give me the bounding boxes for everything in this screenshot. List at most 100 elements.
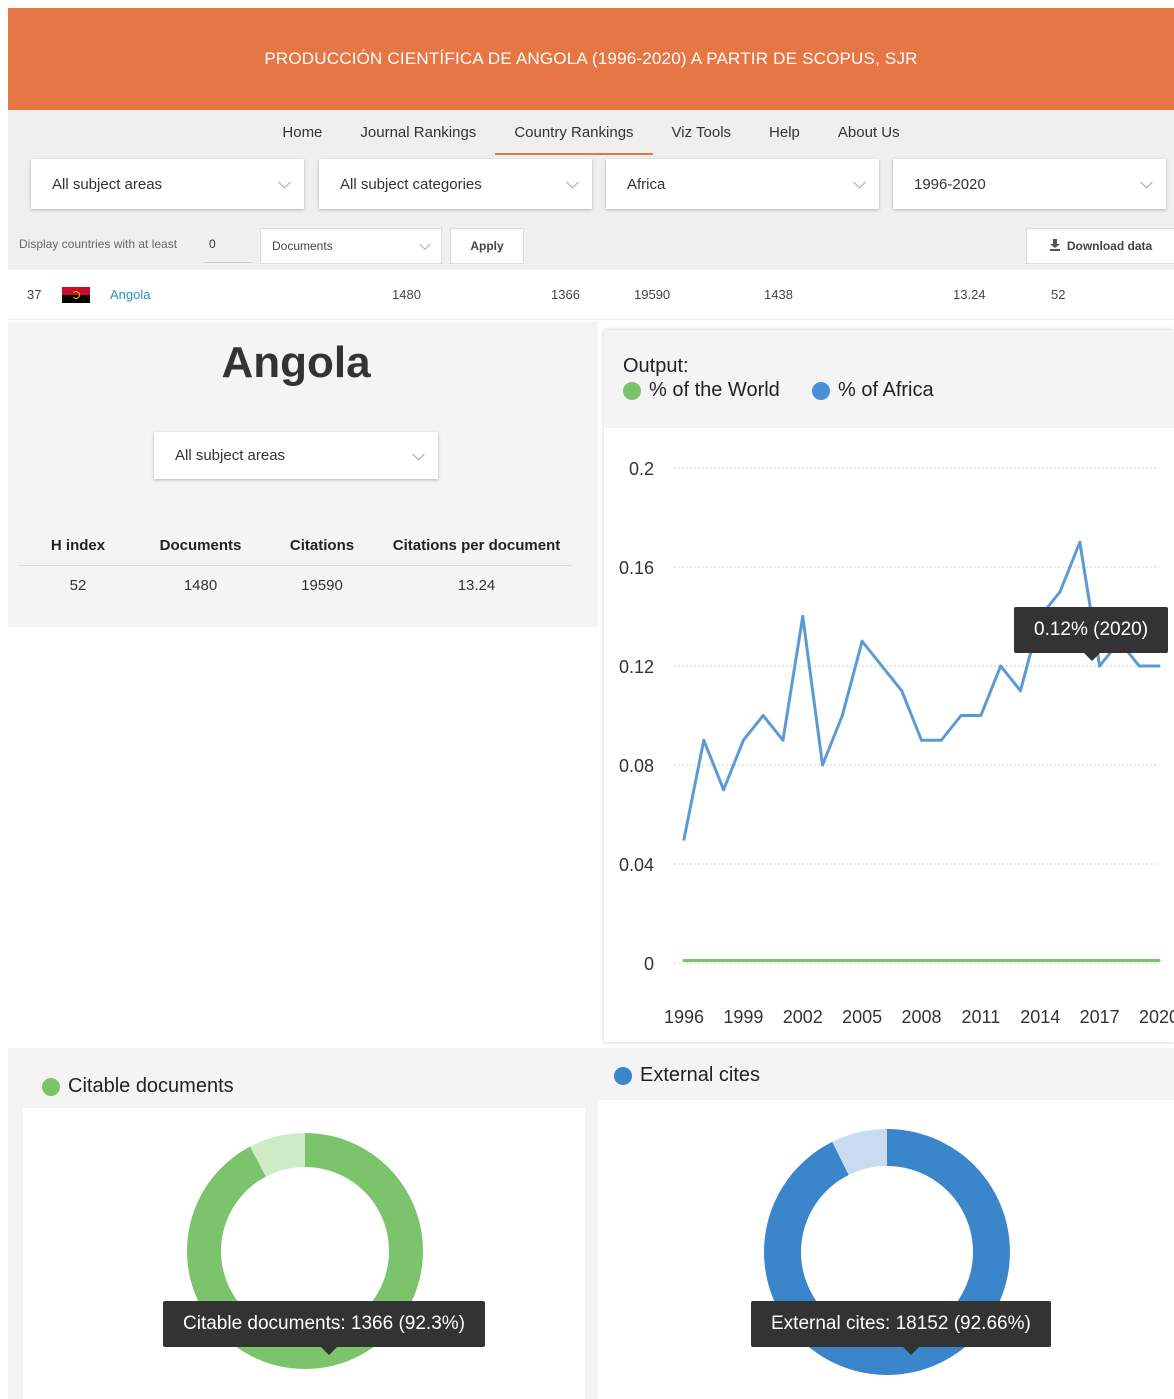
- citable-documents-legend[interactable]: Citable documents: [42, 1075, 234, 1098]
- data-point[interactable]: [880, 664, 884, 668]
- data-point[interactable]: [1117, 959, 1121, 963]
- stats-value-citations-per-document: 13.24: [457, 577, 496, 594]
- data-point[interactable]: [1098, 664, 1102, 668]
- nav-country-rankings[interactable]: Country Rankings: [495, 110, 653, 155]
- metric-select[interactable]: Documents: [260, 228, 442, 264]
- data-point[interactable]: [781, 959, 785, 963]
- rank-cell: 37: [27, 287, 42, 302]
- data-point[interactable]: [1018, 689, 1022, 693]
- data-point[interactable]: [821, 959, 825, 963]
- data-point[interactable]: [999, 959, 1003, 963]
- data-point[interactable]: [999, 664, 1003, 668]
- data-point[interactable]: [1157, 664, 1161, 668]
- series-line-of-africa[interactable]: [682, 540, 1159, 840]
- legend-item-world[interactable]: % of the World: [623, 379, 780, 402]
- data-point[interactable]: [920, 959, 923, 963]
- data-point[interactable]: [702, 738, 706, 742]
- data-point[interactable]: [801, 615, 805, 618]
- data-point[interactable]: [939, 738, 943, 742]
- chevron-down-icon: [278, 175, 291, 189]
- data-point[interactable]: [1018, 959, 1022, 963]
- subject-category-select[interactable]: All subject categories: [319, 159, 592, 209]
- legend-item-africa[interactable]: % of Africa: [812, 379, 934, 402]
- external-cites-title: External cites: [640, 1064, 761, 1086]
- data-point[interactable]: [682, 837, 686, 841]
- data-point[interactable]: [939, 959, 943, 963]
- data-point[interactable]: [702, 959, 706, 963]
- data-point[interactable]: [741, 959, 745, 963]
- data-point[interactable]: [979, 959, 983, 963]
- data-point[interactable]: [741, 738, 745, 742]
- y-tick-label: 0.08: [619, 756, 654, 776]
- data-point[interactable]: [1098, 959, 1102, 963]
- chevron-down-icon: [566, 175, 579, 189]
- blue-dot-icon: [812, 381, 830, 400]
- data-point[interactable]: [761, 714, 765, 717]
- data-point[interactable]: [860, 959, 864, 963]
- y-tick-label: 0.16: [619, 558, 654, 578]
- nav-viz-tools[interactable]: Viz Tools: [653, 110, 750, 155]
- data-point[interactable]: [781, 738, 785, 742]
- data-point[interactable]: [1038, 959, 1042, 963]
- output-tooltip-text: 0.12% (2020): [1034, 619, 1149, 640]
- download-data-button[interactable]: Download data: [1026, 228, 1174, 264]
- apply-button[interactable]: Apply: [450, 228, 524, 264]
- data-point[interactable]: [1058, 959, 1062, 963]
- nav-home[interactable]: Home: [263, 110, 341, 155]
- nav-help[interactable]: Help: [750, 110, 819, 155]
- data-point[interactable]: [1078, 540, 1082, 544]
- min-value-input[interactable]: 0: [204, 233, 252, 263]
- stats-header-h-index: H index: [50, 537, 106, 554]
- nav-journal-rankings[interactable]: Journal Rankings: [341, 110, 495, 155]
- stats-value-citations: 19590: [301, 577, 343, 594]
- citable-documents-header: Citable documents: [23, 1061, 585, 1108]
- data-point[interactable]: [880, 959, 884, 963]
- data-point[interactable]: [1078, 959, 1082, 963]
- citable-documents-donut[interactable]: [23, 1108, 585, 1399]
- external-cites-panel: External cites External cites: 18152 (92…: [598, 1048, 1174, 1399]
- citable-documents-tooltip: Citable documents: 1366 (92.3%): [163, 1301, 485, 1355]
- data-point[interactable]: [840, 714, 844, 717]
- nav-about-us[interactable]: About Us: [819, 110, 919, 155]
- data-point[interactable]: [722, 959, 726, 963]
- x-tick-label: 1999: [723, 1007, 763, 1027]
- x-tick-label: 2008: [901, 1007, 941, 1027]
- data-point[interactable]: [900, 959, 904, 963]
- data-point[interactable]: [682, 959, 686, 963]
- data-point[interactable]: [840, 959, 844, 963]
- data-point[interactable]: [920, 738, 923, 742]
- years-select[interactable]: 1996-2020: [893, 159, 1166, 209]
- data-point[interactable]: [761, 959, 765, 963]
- data-point[interactable]: [1137, 664, 1141, 668]
- external-cites-header: External cites: [598, 1048, 1174, 1100]
- country-subject-select[interactable]: All subject areas: [154, 432, 438, 479]
- external-cites-donut[interactable]: [598, 1100, 1174, 1399]
- metric-value: Documents: [272, 239, 333, 253]
- data-point[interactable]: [821, 763, 825, 767]
- stats-header-documents: Documents: [159, 537, 242, 554]
- y-tick-label: 0.2: [629, 459, 654, 479]
- external-cites-tooltip-text: External cites: 18152 (92.66%): [771, 1313, 1031, 1334]
- data-point[interactable]: [860, 639, 864, 643]
- data-point[interactable]: [1137, 959, 1141, 963]
- citable-documents-card: Citable documents Citable documents: 136…: [23, 1061, 585, 1399]
- output-chart-header: Output: % of the World % of Africa: [604, 330, 1174, 428]
- output-line-chart[interactable]: 0 0.04 0.08 0.12 0.16 0.2 1996 1999 2002 2005 2008…: [604, 428, 1174, 1042]
- data-point[interactable]: [1157, 959, 1161, 963]
- region-select[interactable]: Africa: [606, 159, 879, 209]
- banner-title: PRODUCCIÓN CIENTÍFICA DE ANGOLA (1996-20…: [264, 49, 918, 68]
- chevron-down-icon: [1140, 175, 1153, 189]
- data-point[interactable]: [900, 689, 904, 693]
- options-bar: Display countries with at least 0 Docume…: [8, 215, 1174, 270]
- data-point[interactable]: [959, 959, 963, 963]
- data-point[interactable]: [979, 714, 983, 717]
- citable-documents-cell: 1366: [551, 287, 580, 302]
- data-point[interactable]: [722, 788, 726, 792]
- data-point[interactable]: [801, 959, 805, 963]
- data-point[interactable]: [1058, 590, 1062, 594]
- external-cites-legend[interactable]: External cites: [614, 1064, 760, 1087]
- data-point[interactable]: [959, 714, 963, 717]
- subject-area-select[interactable]: All subject areas: [31, 159, 304, 209]
- country-link[interactable]: Angola: [110, 287, 150, 302]
- y-tick-label: 0.04: [619, 855, 654, 875]
